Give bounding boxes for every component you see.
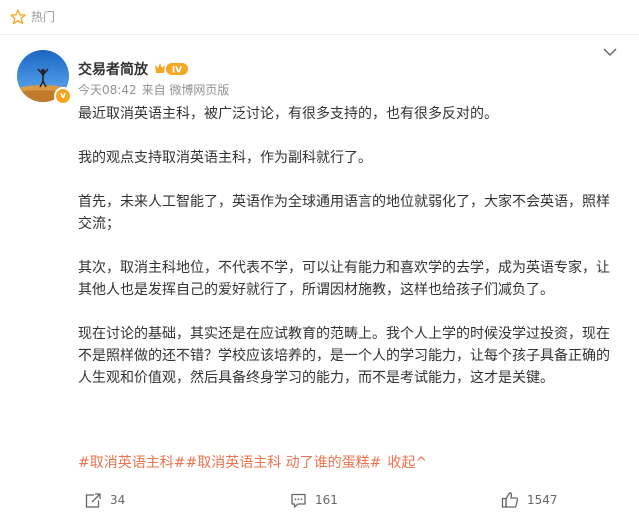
post-paragraph: 首先，未来人工智能了，英语作为全球通用语言的地位就弱化了，大家不会英语，照样交流… [78, 194, 610, 232]
action-bar: 34 161 1547 [0, 480, 639, 520]
star-outline-icon [10, 9, 26, 25]
avatar[interactable]: v [17, 50, 72, 105]
collapse-button[interactable]: 收起^ [387, 455, 427, 471]
verified-v-icon: v [54, 87, 72, 105]
post-content: 最近取消英语主科，被广泛讨论，有很多支持的，也有很多反对的。 我的观点支持取消英… [78, 103, 623, 389]
post-meta: 今天08:42 来自 微博网页版 [78, 82, 229, 98]
repost-count: 34 [110, 493, 126, 507]
post-paragraph: 现在讨论的基础，其实还是在应试教育的范畴上。我个人上学的时候没学过投资，现在不是… [78, 326, 610, 386]
repost-button[interactable]: 34 [85, 489, 125, 511]
level-badge-text: IV [172, 66, 182, 76]
post-tags: #取消英语主科##取消英语主科 动了谁的蛋糕# 收起^ [78, 452, 427, 474]
post-paragraph: 最近取消英语主科，被广泛讨论，有很多支持的，也有很多反对的。 [78, 106, 498, 122]
hashtag-link[interactable]: #取消英语主科 动了谁的蛋糕# [185, 455, 381, 471]
repost-icon [85, 492, 102, 508]
comment-icon [291, 493, 306, 508]
post-source[interactable]: 来自 微博网页版 [142, 83, 230, 97]
post-paragraph: 我的观点支持取消英语主科，作为副科就行了。 [78, 150, 372, 166]
comment-count: 161 [315, 493, 338, 507]
hot-label: 热门 [31, 10, 56, 24]
chevron-down-icon[interactable] [603, 47, 617, 57]
post-time[interactable]: 今天08:42 [78, 83, 137, 97]
thumbs-up-icon [501, 492, 519, 508]
comment-button[interactable]: 161 [290, 489, 338, 511]
hot-header: 热门 [0, 0, 639, 35]
hashtag-link[interactable]: #取消英语主科# [78, 455, 185, 471]
crown-level-icon[interactable]: IV [154, 61, 190, 77]
like-button[interactable]: 1547 [501, 489, 558, 511]
author-name[interactable]: 交易者简放 [78, 61, 148, 79]
like-count: 1547 [527, 493, 558, 507]
post-paragraph: 其次，取消主科地位，不代表不学，可以让有能力和喜欢学的去学，成为英语专家，让其他… [78, 260, 610, 298]
